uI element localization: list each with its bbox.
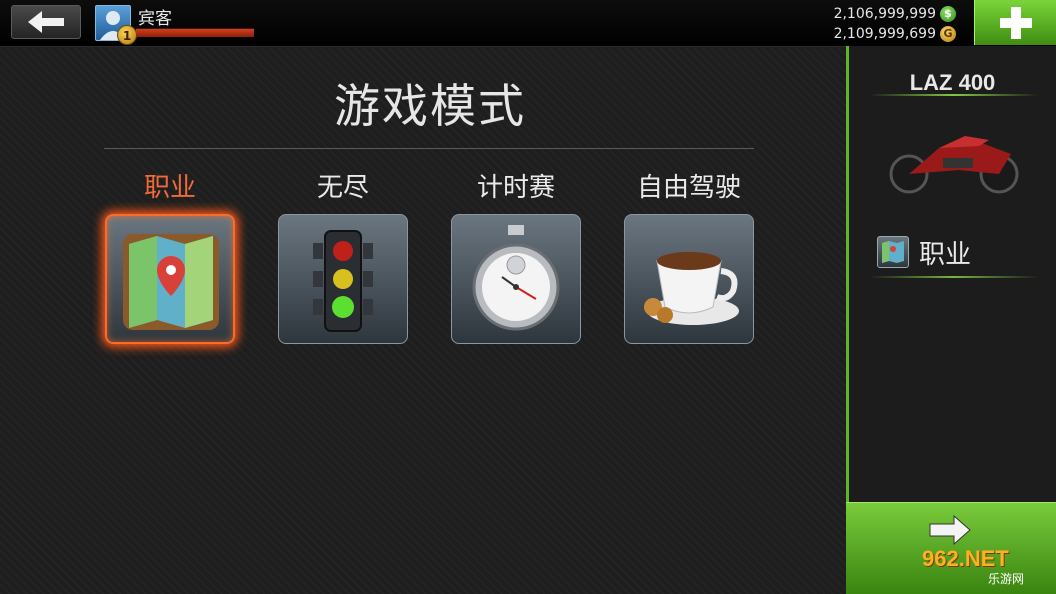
mode-free-ride[interactable]: 自由驾驶 — [623, 168, 755, 344]
top-bar: 1 宾客 2,106,999,999 $ 2,109,999,699 G — [0, 0, 1056, 47]
forward-arrow-icon — [929, 515, 971, 545]
xp-progress-bar — [136, 28, 254, 37]
bike-name-glow — [869, 94, 1039, 96]
mode-time-trial[interactable]: 计时赛 — [450, 168, 582, 344]
mode-free-ride-button[interactable] — [624, 214, 754, 344]
back-arrow-icon — [28, 11, 64, 33]
add-currency-button[interactable] — [974, 0, 1056, 45]
mode-free-ride-label: 自由驾驶 — [636, 173, 741, 203]
map-icon — [123, 234, 219, 330]
player-name: 宾客 — [138, 9, 172, 29]
plus-icon — [999, 6, 1032, 39]
map-icon — [882, 241, 904, 263]
cash-amount: 2,106,999,999 — [833, 6, 936, 22]
xp-progress-fill — [136, 29, 254, 37]
gold-icon: G — [940, 26, 956, 42]
watermark-sub: 乐游网 — [988, 572, 1025, 586]
selected-mode-glow — [869, 276, 1039, 278]
mode-endless[interactable]: 无尽 — [277, 168, 409, 344]
page-title: 游戏模式 — [334, 79, 526, 133]
mode-career[interactable]: 职业 — [104, 168, 236, 344]
mode-time-trial-button[interactable] — [451, 214, 581, 344]
coffee-cup-icon — [644, 252, 739, 325]
stopwatch-icon — [472, 225, 560, 331]
mode-time-trial-label: 计时赛 — [476, 173, 555, 203]
back-button[interactable] — [11, 5, 81, 39]
selected-mode: 职业 — [877, 234, 971, 270]
cash-display: 2,106,999,999 $ — [834, 5, 956, 23]
title-divider — [104, 148, 754, 149]
selected-mode-label: 职业 — [919, 239, 972, 270]
mode-career-label: 职业 — [143, 173, 196, 203]
watermark-main: 962.NET — [922, 546, 1009, 571]
watermark-logo: 962.NET 乐游网 — [922, 546, 1052, 586]
gold-display: 2,109,999,699 G — [834, 25, 956, 43]
traffic-light-icon — [313, 230, 373, 332]
motorcycle-icon[interactable] — [879, 124, 1029, 196]
gold-amount: 2,109,999,699 — [833, 26, 936, 42]
level-badge: 1 — [117, 25, 137, 45]
selected-mode-icon — [877, 236, 909, 268]
mode-endless-button[interactable] — [278, 214, 408, 344]
side-panel: LAZ 400 职业 — [846, 46, 1056, 502]
cash-icon: $ — [940, 6, 956, 22]
bike-name: LAZ 400 — [909, 70, 996, 95]
mode-career-button[interactable] — [105, 214, 235, 344]
mode-endless-label: 无尽 — [316, 173, 369, 203]
